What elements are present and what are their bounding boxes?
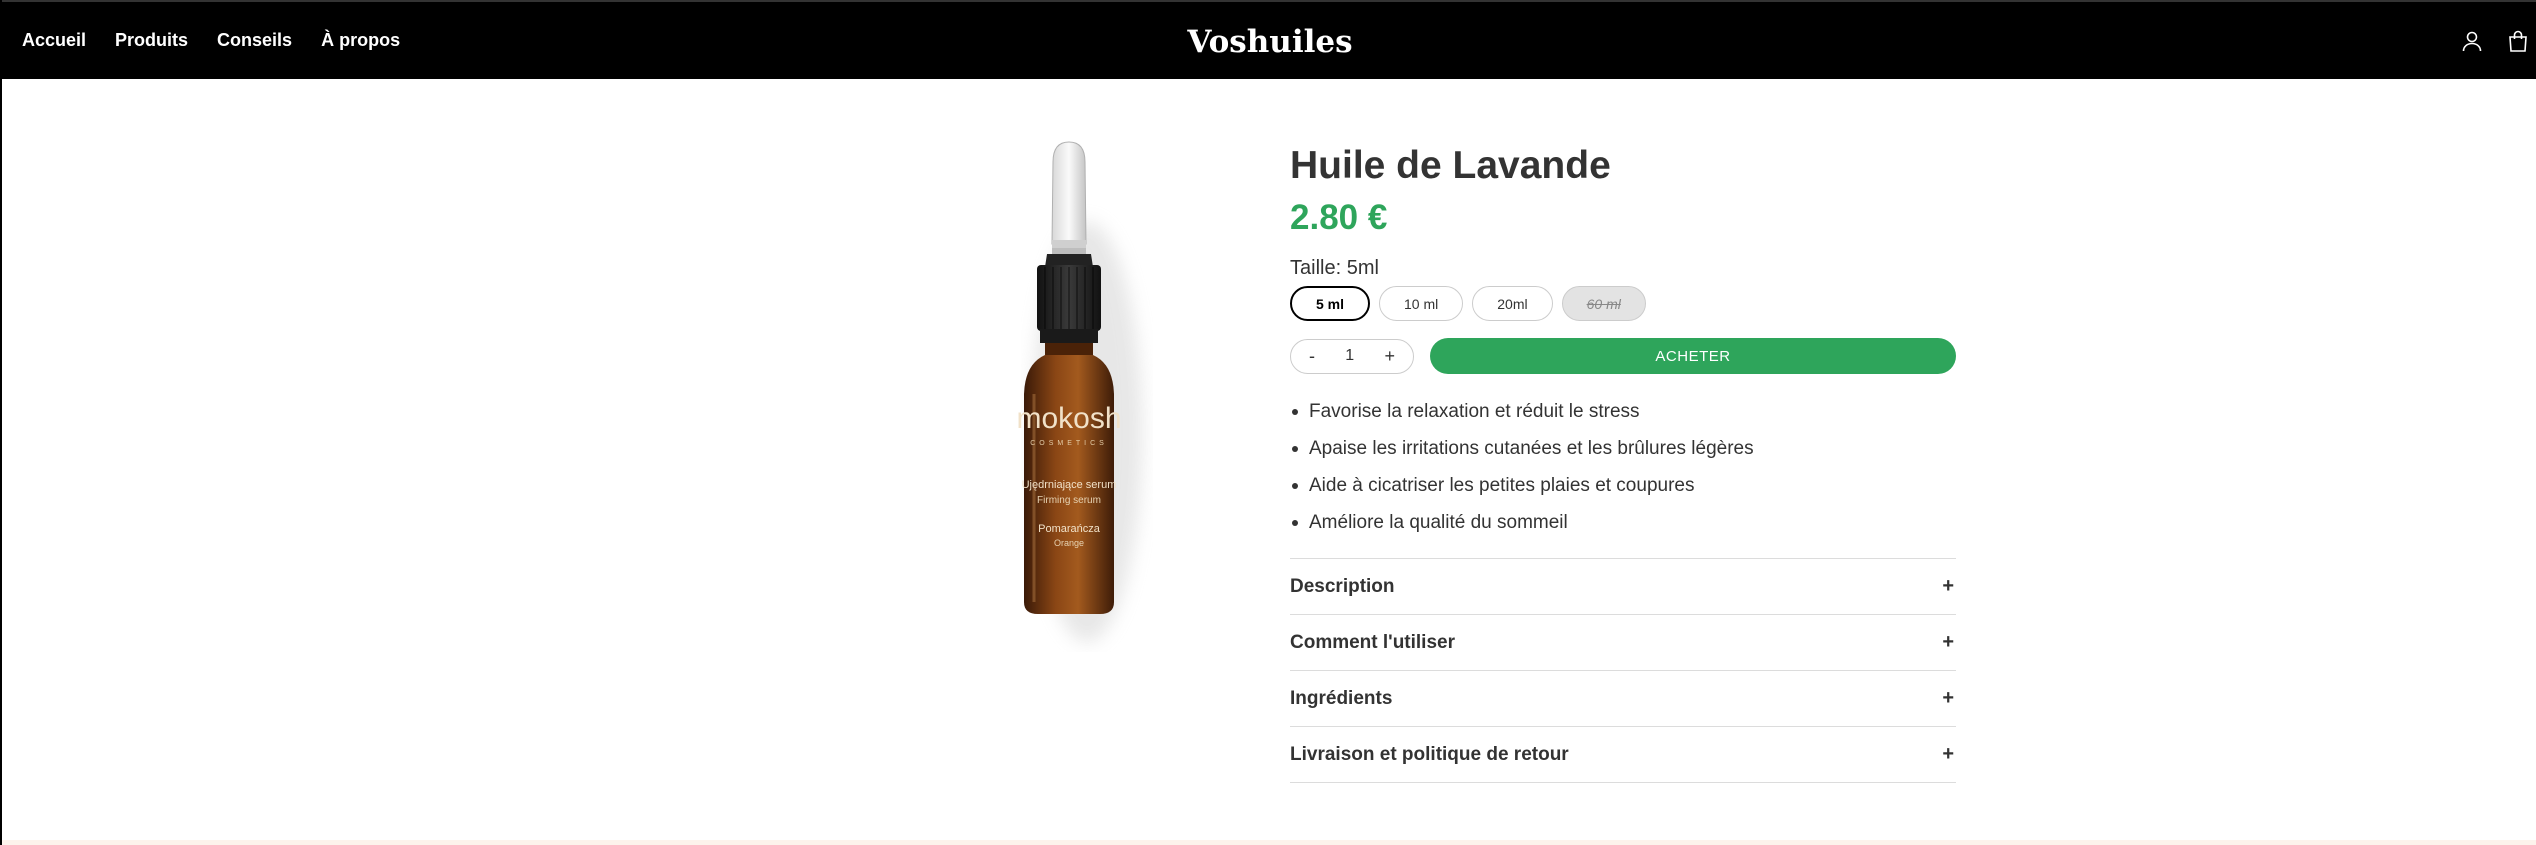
size-label: Taille: 5ml xyxy=(1290,257,1379,279)
purchase-row: - 1 + ACHETER xyxy=(1290,338,1956,374)
benefit-item: Apaise les irritations cutanées et les b… xyxy=(1290,430,1956,467)
bottle-brand-text: mokosh xyxy=(1016,402,1121,435)
bottle-label-line-1: Ujędrniające serum xyxy=(1022,479,1117,491)
product-title: Huile de Lavande xyxy=(1290,144,1611,187)
plus-icon: + xyxy=(1942,631,1954,653)
size-option-5ml[interactable]: 5 ml xyxy=(1290,286,1371,321)
quantity-stepper: - 1 + xyxy=(1290,338,1414,374)
product-image: mokosh COSMETICS Ujędrniające serum Firm… xyxy=(962,132,1172,652)
bottle-label-line-3: Pomarańcza xyxy=(1038,523,1101,535)
product-info: Huile de Lavande 2.80 € Taille: 5ml 5 ml… xyxy=(1290,140,1956,783)
size-option-20ml[interactable]: 20ml xyxy=(1472,286,1553,321)
buy-button[interactable]: ACHETER xyxy=(1430,338,1956,374)
size-option-60ml[interactable]: 60 ml xyxy=(1561,286,1646,321)
bottle-label-line-4: Orange xyxy=(1054,538,1084,548)
nav-link-produits[interactable]: Produits xyxy=(115,30,188,51)
benefits-list: Favorise la relaxation et réduit le stre… xyxy=(1290,393,1956,541)
top-navigation-bar: Accueil Produits Conseils À propos Voshu… xyxy=(2,0,2536,79)
accordion-usage[interactable]: Comment l'utiliser + xyxy=(1290,615,1956,671)
size-options: 5 ml 10 ml 20ml 60 ml xyxy=(1290,286,1956,321)
benefit-item: Améliore la qualité du sommeil xyxy=(1290,504,1956,541)
accordion-label: Livraison et politique de retour xyxy=(1290,743,1569,765)
size-option-10ml[interactable]: 10 ml xyxy=(1379,286,1464,321)
accordion-label: Description xyxy=(1290,575,1395,597)
benefit-item: Favorise la relaxation et réduit le stre… xyxy=(1290,393,1956,430)
plus-icon: + xyxy=(1942,687,1954,709)
product-accordion: Description + Comment l'utiliser + Ingré… xyxy=(1290,558,1956,783)
footer-edge xyxy=(2,840,2536,845)
plus-icon: + xyxy=(1942,743,1954,765)
quantity-decrease-button[interactable]: - xyxy=(1309,346,1315,367)
header-actions xyxy=(2460,2,2530,79)
nav-link-accueil[interactable]: Accueil xyxy=(22,30,86,51)
nav-link-conseils[interactable]: Conseils xyxy=(217,30,292,51)
quantity-increase-button[interactable]: + xyxy=(1384,346,1395,367)
product-price: 2.80 € xyxy=(1290,198,1388,237)
benefit-item: Aide à cicatriser les petites plaies et … xyxy=(1290,467,1956,504)
accordion-ingredients[interactable]: Ingrédients + xyxy=(1290,671,1956,727)
quantity-value[interactable]: 1 xyxy=(1345,347,1354,365)
serum-bottle-image: mokosh COSMETICS Ujędrniające serum Firm… xyxy=(1016,141,1142,642)
accordion-shipping-returns[interactable]: Livraison et politique de retour + xyxy=(1290,727,1956,783)
accordion-description[interactable]: Description + xyxy=(1290,559,1956,615)
shopping-bag-icon[interactable] xyxy=(2506,29,2530,53)
plus-icon: + xyxy=(1942,575,1954,597)
user-icon[interactable] xyxy=(2460,29,2484,53)
accordion-label: Comment l'utiliser xyxy=(1290,631,1455,653)
main-nav: Accueil Produits Conseils À propos xyxy=(22,2,400,79)
accordion-label: Ingrédients xyxy=(1290,687,1393,709)
nav-link-a-propos[interactable]: À propos xyxy=(321,30,400,51)
bottle-brand-subtext: COSMETICS xyxy=(1030,440,1108,447)
bottle-label-line-2: Firming serum xyxy=(1037,495,1101,506)
